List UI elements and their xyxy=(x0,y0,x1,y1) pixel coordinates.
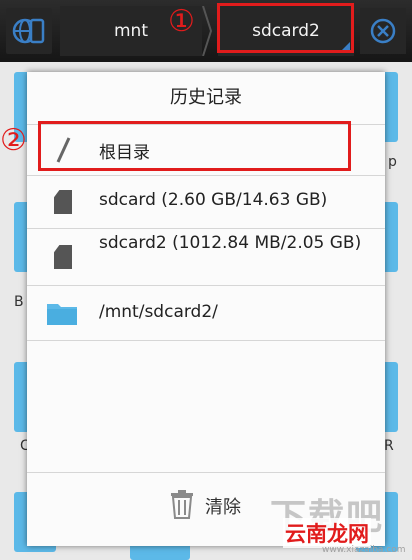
watermark-site-name: 云南龙网 xyxy=(283,518,371,548)
sdcard-icon xyxy=(54,190,72,214)
sdcard-icon xyxy=(54,245,72,269)
history-item-sdcard[interactable]: sdcard (2.60 GB/14.63 GB) xyxy=(27,176,385,229)
top-toolbar: mnt sdcard2 ① xyxy=(0,0,412,62)
annotation-number-1: ① xyxy=(168,4,195,39)
annotation-number-2: ② xyxy=(0,123,27,158)
file-name-fragment: p xyxy=(388,154,397,170)
annotation-highlight-box-2 xyxy=(38,121,351,171)
clear-label: 清除 xyxy=(205,497,241,518)
globe-phone-icon xyxy=(12,18,45,44)
history-item-label: /mnt/sdcard2/ xyxy=(99,302,218,322)
annotation-highlight-box-1 xyxy=(217,3,354,53)
history-item-label: sdcard (2.60 GB/14.63 GB) xyxy=(99,190,328,210)
dialog-title: 历史记录 xyxy=(27,72,385,125)
breadcrumb-separator xyxy=(202,6,212,56)
close-circle-icon xyxy=(370,18,396,44)
watermark-url: www.xiazaiba.com xyxy=(322,545,406,555)
storage-device-button[interactable] xyxy=(6,8,52,54)
trash-icon xyxy=(171,490,193,519)
history-item-sdcard2[interactable]: sdcard2 (1012.84 MB/2.05 GB) xyxy=(27,229,385,286)
close-button[interactable] xyxy=(360,8,406,54)
folder-icon xyxy=(47,304,77,325)
history-item-mnt-sdcard2[interactable]: /mnt/sdcard2/ xyxy=(27,286,385,341)
file-name-fragment: B xyxy=(14,294,24,310)
file-name-fragment: R xyxy=(384,438,394,454)
history-item-label: sdcard2 (1012.84 MB/2.05 GB) xyxy=(99,233,362,253)
